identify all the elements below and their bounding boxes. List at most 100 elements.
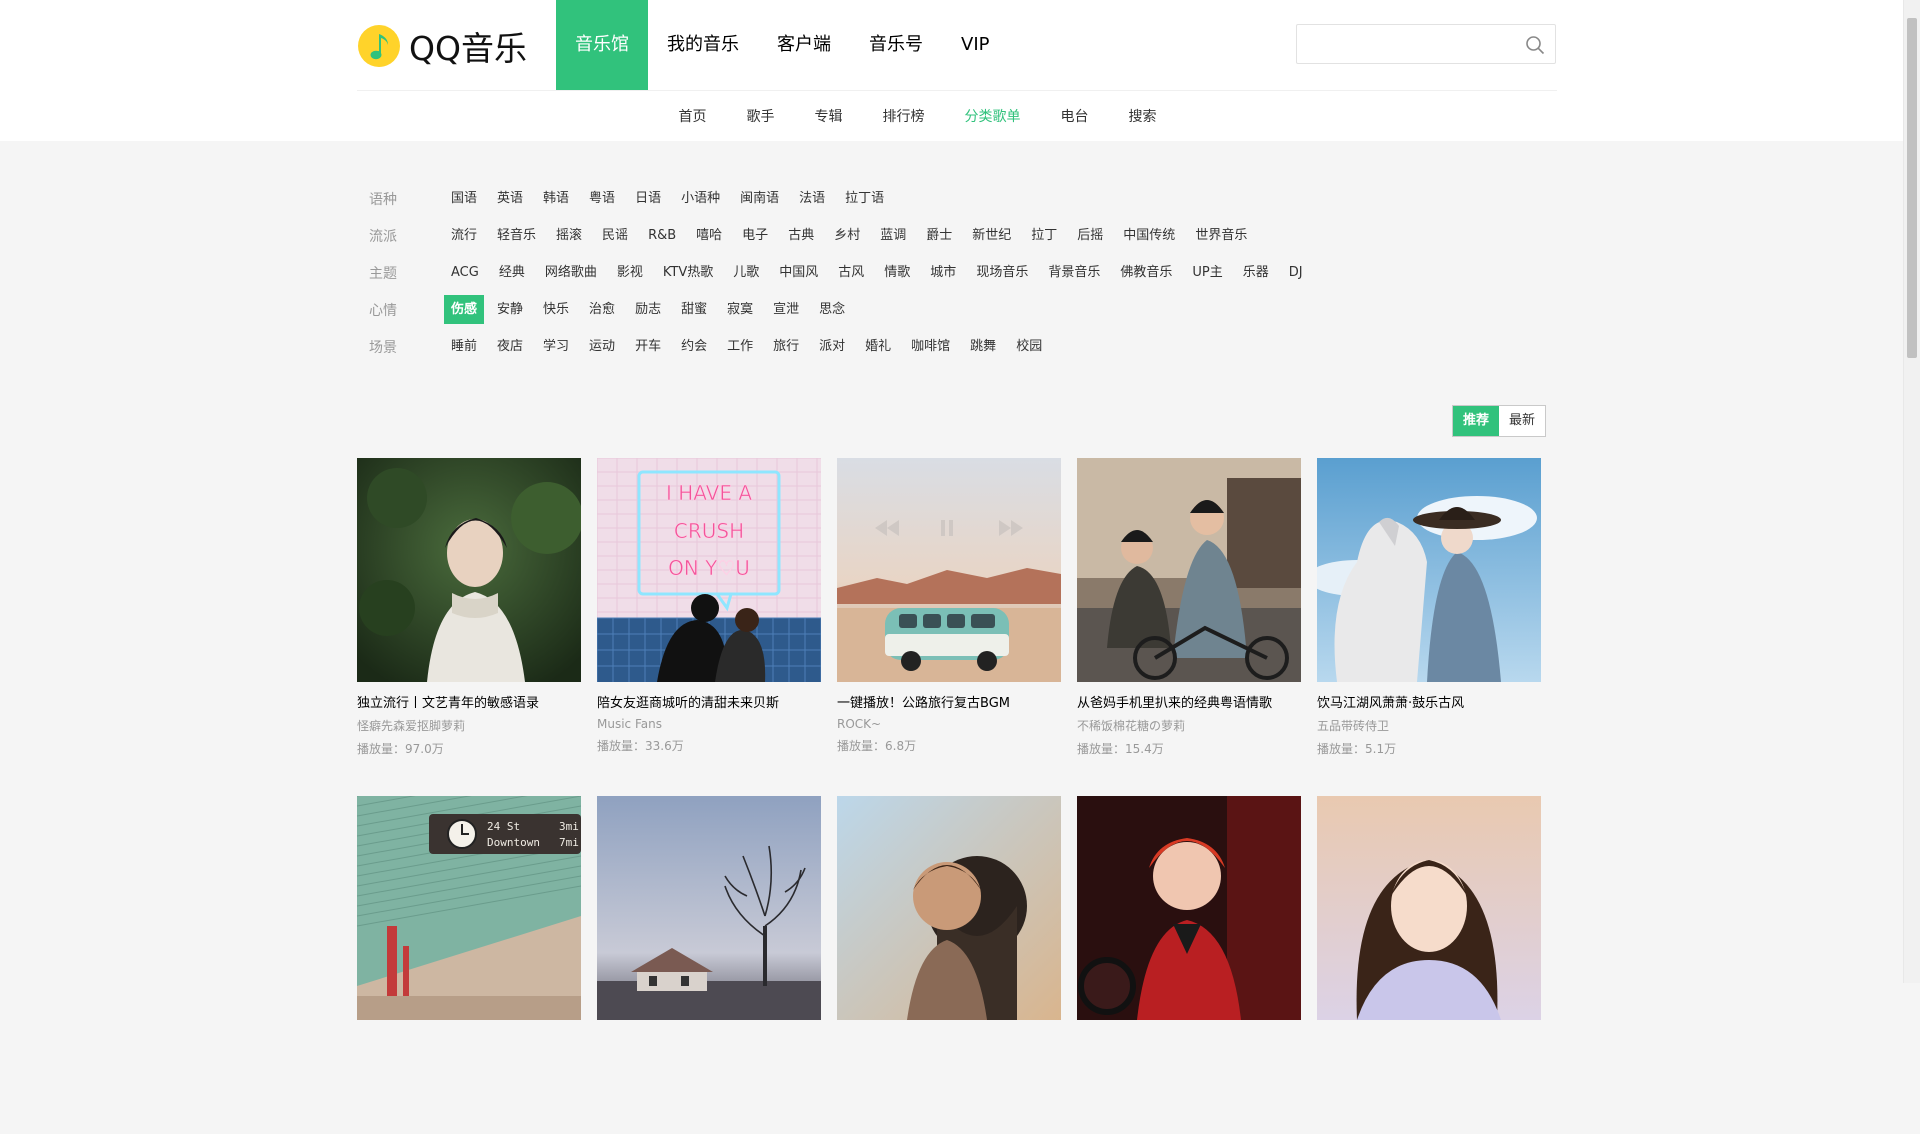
- filter-tag[interactable]: 婚礼: [858, 332, 898, 361]
- sub-nav-item[interactable]: 电台: [1061, 106, 1089, 126]
- sub-nav-item[interactable]: 分类歌单: [965, 106, 1021, 126]
- filter-tag[interactable]: 寂寞: [720, 295, 760, 324]
- filter-tag[interactable]: 中国风: [772, 258, 825, 287]
- main-nav-item[interactable]: 我的音乐: [648, 0, 758, 90]
- playlist-title[interactable]: 从爸妈手机里扒来的经典粤语情歌: [1077, 692, 1301, 711]
- filter-tag[interactable]: 拉丁: [1024, 221, 1064, 250]
- sort-button[interactable]: 最新: [1499, 406, 1545, 436]
- filter-tag[interactable]: 韩语: [536, 184, 576, 213]
- sort-button[interactable]: 推荐: [1453, 406, 1500, 436]
- filter-tag[interactable]: 快乐: [536, 295, 576, 324]
- filter-tag[interactable]: 运动: [582, 332, 622, 361]
- playlist-cover-image[interactable]: 24 St Downtown 3mi 7mi: [357, 796, 581, 1020]
- filter-tag[interactable]: 中国传统: [1116, 221, 1182, 250]
- playlist-author[interactable]: 怪癖先森爱抠脚萝莉: [357, 717, 581, 734]
- filter-tag[interactable]: 爵士: [919, 221, 959, 250]
- filter-tag[interactable]: 咖啡馆: [904, 332, 957, 361]
- filter-tag[interactable]: KTV热歌: [656, 258, 720, 287]
- playlist-cover-image[interactable]: [1317, 796, 1541, 1020]
- filter-tag[interactable]: 儿歌: [726, 258, 766, 287]
- sub-nav-item[interactable]: 排行榜: [883, 106, 925, 126]
- sub-nav-item[interactable]: 首页: [679, 106, 707, 126]
- playlist-cover-image[interactable]: [1077, 796, 1301, 1020]
- filter-tag[interactable]: 睡前: [444, 332, 484, 361]
- filter-tag[interactable]: 小语种: [674, 184, 727, 213]
- scrollbar-thumb[interactable]: [1907, 18, 1917, 358]
- playlist-author[interactable]: Music Fans: [597, 717, 821, 731]
- filter-tag[interactable]: 背景音乐: [1041, 258, 1107, 287]
- filter-tag[interactable]: 拉丁语: [838, 184, 891, 213]
- filter-tag[interactable]: 英语: [490, 184, 530, 213]
- playlist-title[interactable]: 一键播放！公路旅行复古BGM: [837, 692, 1061, 711]
- playlist-cover-image[interactable]: [1077, 458, 1301, 682]
- playlist-author[interactable]: 五品带砖侍卫: [1317, 717, 1541, 734]
- filter-tag[interactable]: 城市: [923, 258, 963, 287]
- page-scrollbar[interactable]: [1903, 0, 1920, 983]
- playlist-cover-image[interactable]: I HAVE A CRUSH ON Y♡U: [597, 458, 821, 682]
- search-input[interactable]: [1297, 25, 1531, 63]
- playlist-author[interactable]: 不稀饭棉花糖の萝莉: [1077, 717, 1301, 734]
- filter-tag[interactable]: 跳舞: [963, 332, 1003, 361]
- filter-tag[interactable]: 嘻哈: [689, 221, 729, 250]
- filter-tag[interactable]: 校园: [1009, 332, 1049, 361]
- filter-tag[interactable]: 古风: [831, 258, 871, 287]
- filter-tag[interactable]: 乡村: [827, 221, 867, 250]
- filter-tag[interactable]: 开车: [628, 332, 668, 361]
- filter-tag[interactable]: 约会: [674, 332, 714, 361]
- filter-tag[interactable]: 新世纪: [965, 221, 1018, 250]
- playlist-cover-image[interactable]: [1317, 458, 1541, 682]
- filter-tag[interactable]: DJ: [1282, 258, 1310, 287]
- main-nav-item[interactable]: 客户端: [758, 0, 850, 90]
- filter-tag[interactable]: 宣泄: [766, 295, 806, 324]
- main-nav-item[interactable]: 音乐号: [850, 0, 942, 90]
- filter-tag[interactable]: 派对: [812, 332, 852, 361]
- sub-nav-item[interactable]: 专辑: [815, 106, 843, 126]
- playlist-title[interactable]: 独立流行丨文艺青年的敏感语录: [357, 692, 581, 711]
- filter-tag[interactable]: 世界音乐: [1188, 221, 1254, 250]
- filter-tag[interactable]: 伤感: [444, 295, 485, 324]
- playlist-cover-image[interactable]: [597, 796, 821, 1020]
- filter-tag[interactable]: 后摇: [1070, 221, 1110, 250]
- filter-tag[interactable]: 治愈: [582, 295, 622, 324]
- filter-tag[interactable]: 蓝调: [873, 221, 913, 250]
- filter-tag[interactable]: 国语: [444, 184, 484, 213]
- filter-tag[interactable]: 励志: [628, 295, 668, 324]
- search-icon[interactable]: [1525, 35, 1545, 55]
- filter-tag[interactable]: 学习: [536, 332, 576, 361]
- filter-tag[interactable]: 闽南语: [733, 184, 786, 213]
- filter-tag[interactable]: 甜蜜: [674, 295, 714, 324]
- filter-tag[interactable]: 安静: [490, 295, 530, 324]
- filter-tag[interactable]: 工作: [720, 332, 760, 361]
- filter-tag[interactable]: UP主: [1185, 258, 1229, 287]
- sub-nav-item[interactable]: 歌手: [747, 106, 775, 126]
- filter-tag[interactable]: 日语: [628, 184, 668, 213]
- filter-tag[interactable]: 乐器: [1236, 258, 1276, 287]
- filter-tag[interactable]: ACG: [444, 258, 486, 287]
- filter-tag[interactable]: 摇滚: [549, 221, 589, 250]
- playlist-cover-image[interactable]: [837, 796, 1061, 1020]
- filter-tag[interactable]: 情歌: [877, 258, 917, 287]
- playlist-cover-image[interactable]: [837, 458, 1061, 682]
- filter-tag[interactable]: 粤语: [582, 184, 622, 213]
- filter-tag[interactable]: 旅行: [766, 332, 806, 361]
- filter-tag[interactable]: 轻音乐: [490, 221, 543, 250]
- sub-nav-item[interactable]: 搜索: [1129, 106, 1157, 126]
- playlist-author[interactable]: ROCK~: [837, 717, 1061, 731]
- filter-tag[interactable]: 影视: [610, 258, 650, 287]
- main-nav-item[interactable]: VIP: [942, 0, 1008, 90]
- filter-tag[interactable]: R&B: [641, 221, 683, 250]
- logo[interactable]: QQ音乐: [357, 22, 527, 70]
- filter-tag[interactable]: 电子: [735, 221, 775, 250]
- main-nav-item[interactable]: 音乐馆: [556, 0, 648, 90]
- playlist-cover-image[interactable]: [357, 458, 581, 682]
- filter-tag[interactable]: 流行: [444, 221, 484, 250]
- filter-tag[interactable]: 夜店: [490, 332, 530, 361]
- filter-tag[interactable]: 古典: [781, 221, 821, 250]
- playlist-title[interactable]: 饮马江湖风萧萧·鼓乐古风: [1317, 692, 1541, 711]
- filter-tag[interactable]: 思念: [812, 295, 852, 324]
- filter-tag[interactable]: 现场音乐: [969, 258, 1035, 287]
- filter-tag[interactable]: 经典: [492, 258, 532, 287]
- filter-tag[interactable]: 法语: [792, 184, 832, 213]
- filter-tag[interactable]: 佛教音乐: [1113, 258, 1179, 287]
- playlist-title[interactable]: 陪女友逛商城听的清甜未来贝斯: [597, 692, 821, 711]
